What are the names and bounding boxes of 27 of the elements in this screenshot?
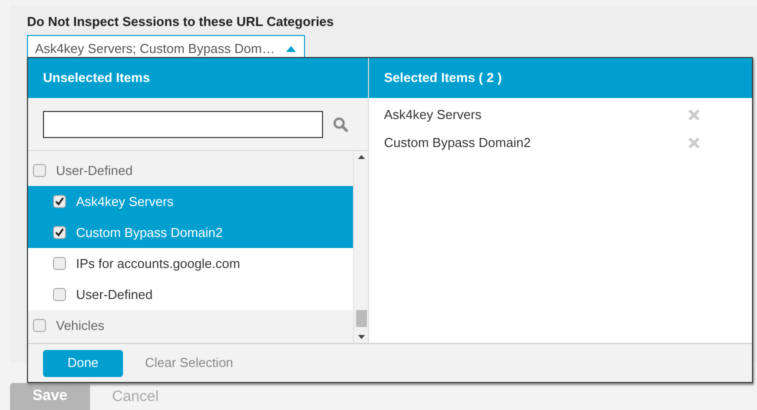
checkbox[interactable] [53, 226, 66, 239]
unselected-header: Unselected Items [28, 58, 368, 98]
selected-item: Ask4key Servers [384, 106, 482, 124]
list-item[interactable]: User-Defined [28, 279, 353, 310]
caret-icon [286, 46, 296, 52]
checkbox[interactable] [53, 288, 66, 301]
list-item[interactable]: Ask4key Servers [28, 186, 353, 217]
scrollbar-thumb[interactable] [356, 310, 366, 327]
scroll-down-icon[interactable] [358, 335, 364, 339]
list-item[interactable]: Custom Bypass Domain2 [28, 217, 353, 248]
checkbox[interactable] [53, 257, 66, 270]
clear-selection-link[interactable]: Clear Selection [145, 353, 234, 373]
field-label: Do Not Inspect Sessions to these URL Categories [27, 13, 335, 31]
selected-item: Custom Bypass Domain2 [384, 134, 531, 152]
search-icon[interactable] [333, 116, 348, 132]
list-item[interactable]: IPs for accounts.google.com [28, 248, 353, 279]
checkbox[interactable] [33, 319, 46, 332]
search-field[interactable] [43, 110, 323, 138]
cancel-link[interactable]: Cancel [112, 386, 159, 408]
checkbox[interactable] [53, 195, 66, 208]
selected-header: Selected Items ( 2 ) [369, 58, 752, 98]
remove-icon[interactable] [688, 109, 700, 121]
save-button[interactable]: Save [10, 383, 90, 410]
checkbox[interactable] [33, 164, 46, 177]
scroll-up-icon[interactable] [358, 155, 364, 159]
done-button[interactable]: Done [43, 350, 123, 376]
remove-icon[interactable] [688, 137, 700, 149]
